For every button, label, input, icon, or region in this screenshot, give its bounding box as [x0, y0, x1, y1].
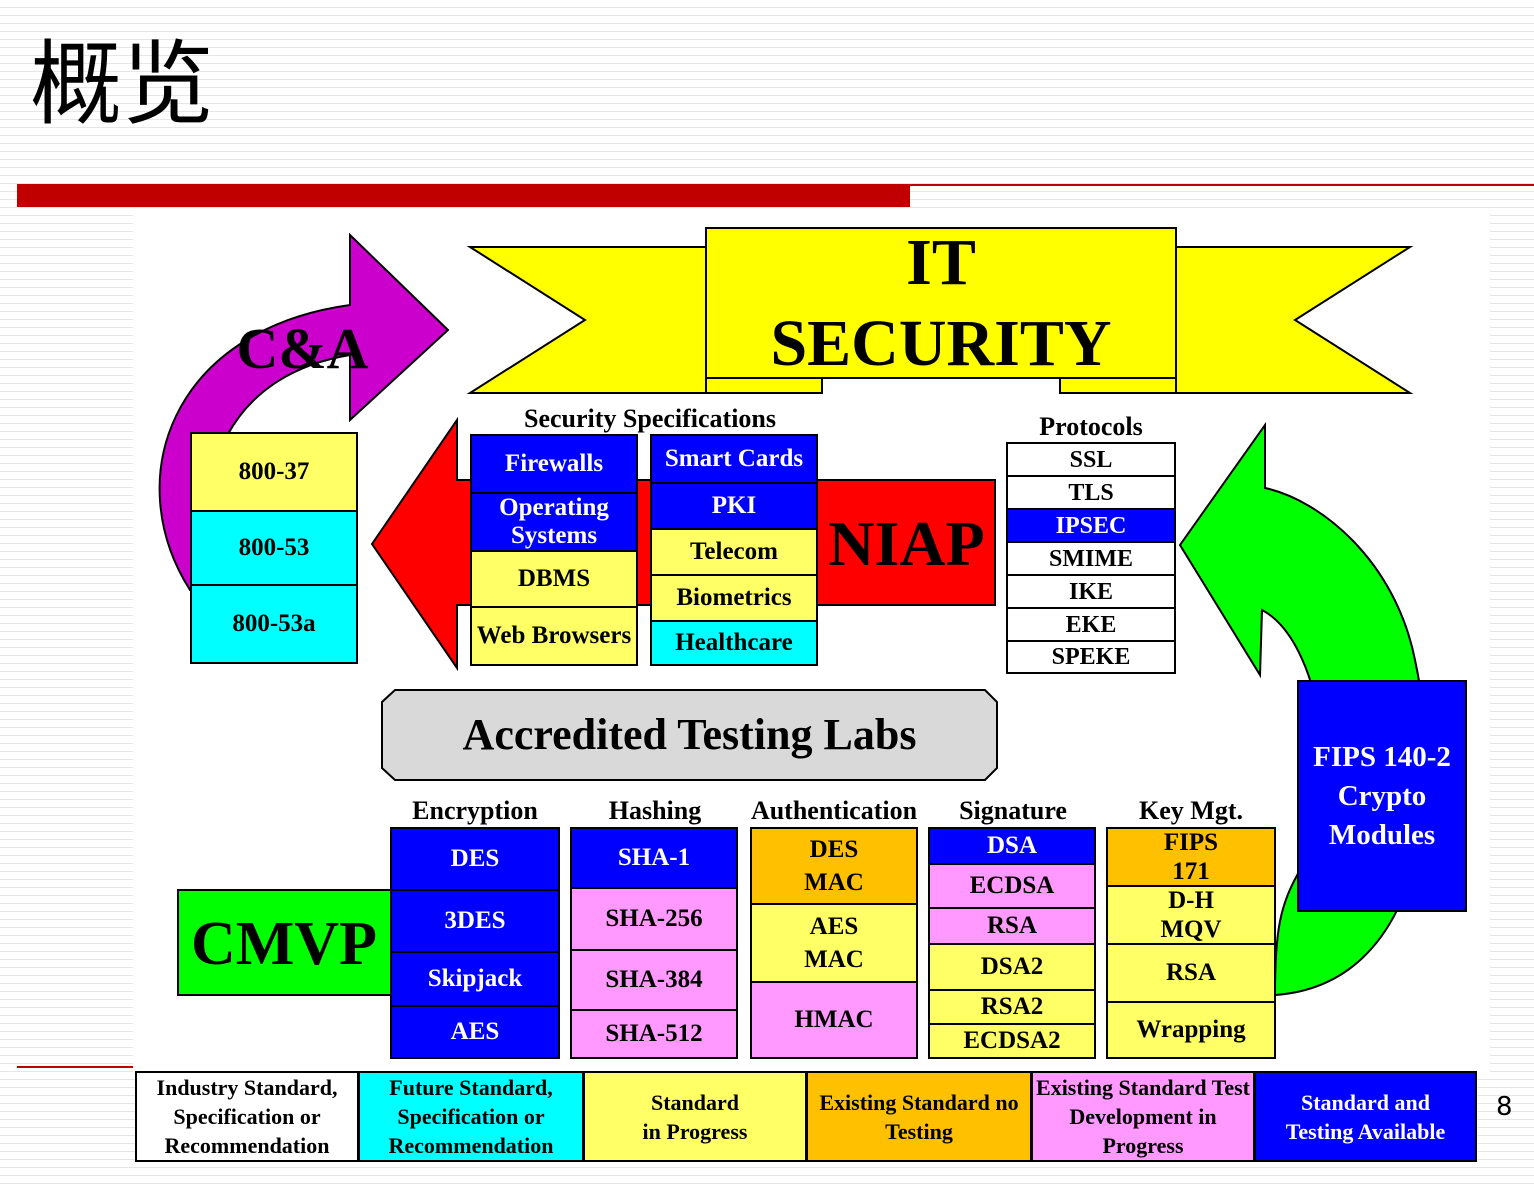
protocol-ssl: SSL	[1006, 442, 1176, 477]
spec-smart-cards: Smart Cards	[650, 434, 818, 484]
keymgt-fips-171: FIPS 171	[1106, 827, 1276, 887]
banner-line1: IT	[906, 226, 976, 299]
authentication-header: Authentication	[750, 796, 918, 825]
cna-item-800-37: 800-37	[190, 432, 358, 512]
protocol-ike: IKE	[1006, 574, 1176, 609]
hashing-sha-1: SHA-1	[570, 827, 738, 889]
encryption-aes: AES	[390, 1005, 560, 1059]
keymgt-rsa: RSA	[1106, 943, 1276, 1003]
signature-ecdsa2: ECDSA2	[928, 1023, 1096, 1059]
cna-item-800-53a: 800-53a	[190, 584, 358, 664]
encryption-skipjack: Skipjack	[390, 951, 560, 1007]
signature-dsa2: DSA2	[928, 943, 1096, 991]
legend-industry-standard: Industry Standard, Specification or Reco…	[135, 1071, 359, 1162]
spec-telecom: Telecom	[650, 528, 818, 576]
hashing-sha-384: SHA-384	[570, 949, 738, 1011]
legend-existing-no-testing: Existing Standard no Testing	[806, 1071, 1032, 1162]
spec-pki: PKI	[650, 482, 818, 530]
security-specs-header: Security Specifications	[523, 404, 777, 433]
auth-aes-mac: AES MAC	[750, 903, 918, 983]
hashing-header: Hashing	[608, 796, 702, 825]
legend-standard-in-progress: Standard in Progress	[583, 1071, 807, 1162]
encryption-header: Encryption	[412, 796, 538, 825]
protocol-ipsec: IPSEC	[1006, 508, 1176, 543]
spec-firewalls: Firewalls	[470, 434, 638, 494]
protocol-speke: SPEKE	[1006, 640, 1176, 674]
hashing-sha-256: SHA-256	[570, 887, 738, 951]
signature-ecdsa: ECDSA	[928, 863, 1096, 909]
cna-item-800-53: 800-53	[190, 510, 358, 586]
signature-rsa: RSA	[928, 907, 1096, 945]
protocol-smime: SMIME	[1006, 541, 1176, 576]
keymgt-header: Key Mgt.	[1139, 796, 1243, 825]
hashing-sha-512: SHA-512	[570, 1009, 738, 1059]
keymgt-wrapping: Wrapping	[1106, 1001, 1276, 1059]
legend-future-standard: Future Standard, Specification or Recomm…	[358, 1071, 584, 1162]
spec-dbms: DBMS	[470, 550, 638, 608]
legend-existing-test-dev: Existing Standard Test Development in Pr…	[1031, 1071, 1255, 1162]
protocol-eke: EKE	[1006, 607, 1176, 642]
niap-label: NIAP	[828, 508, 985, 579]
banner-line2: SECURITY	[770, 307, 1112, 380]
protocols-header: Protocols	[1039, 412, 1143, 441]
cmvp-label: CMVP	[191, 910, 377, 978]
encryption-des: DES	[390, 827, 560, 891]
spec-healthcare: Healthcare	[650, 620, 818, 666]
spec-web-browsers: Web Browsers	[470, 606, 638, 666]
signature-rsa2: RSA2	[928, 989, 1096, 1025]
signature-header: Signature	[959, 796, 1067, 825]
auth-des-mac: DES MAC	[750, 827, 918, 905]
cna-label: C&A	[236, 316, 369, 381]
auth-hmac: HMAC	[750, 981, 918, 1059]
spec-operating-systems: Operating Systems	[470, 492, 638, 552]
labs-label: Accredited Testing Labs	[462, 710, 917, 759]
fips-140-2-box: FIPS 140-2 Crypto Modules	[1297, 680, 1467, 912]
protocol-tls: TLS	[1006, 475, 1176, 510]
signature-dsa: DSA	[928, 827, 1096, 865]
legend-standard-testing-available: Standard and Testing Available	[1254, 1071, 1477, 1162]
encryption-3des: 3DES	[390, 889, 560, 953]
page-number: 8	[1496, 1092, 1513, 1122]
spec-biometrics: Biometrics	[650, 574, 818, 622]
keymgt-dh-mqv: D-H MQV	[1106, 885, 1276, 945]
